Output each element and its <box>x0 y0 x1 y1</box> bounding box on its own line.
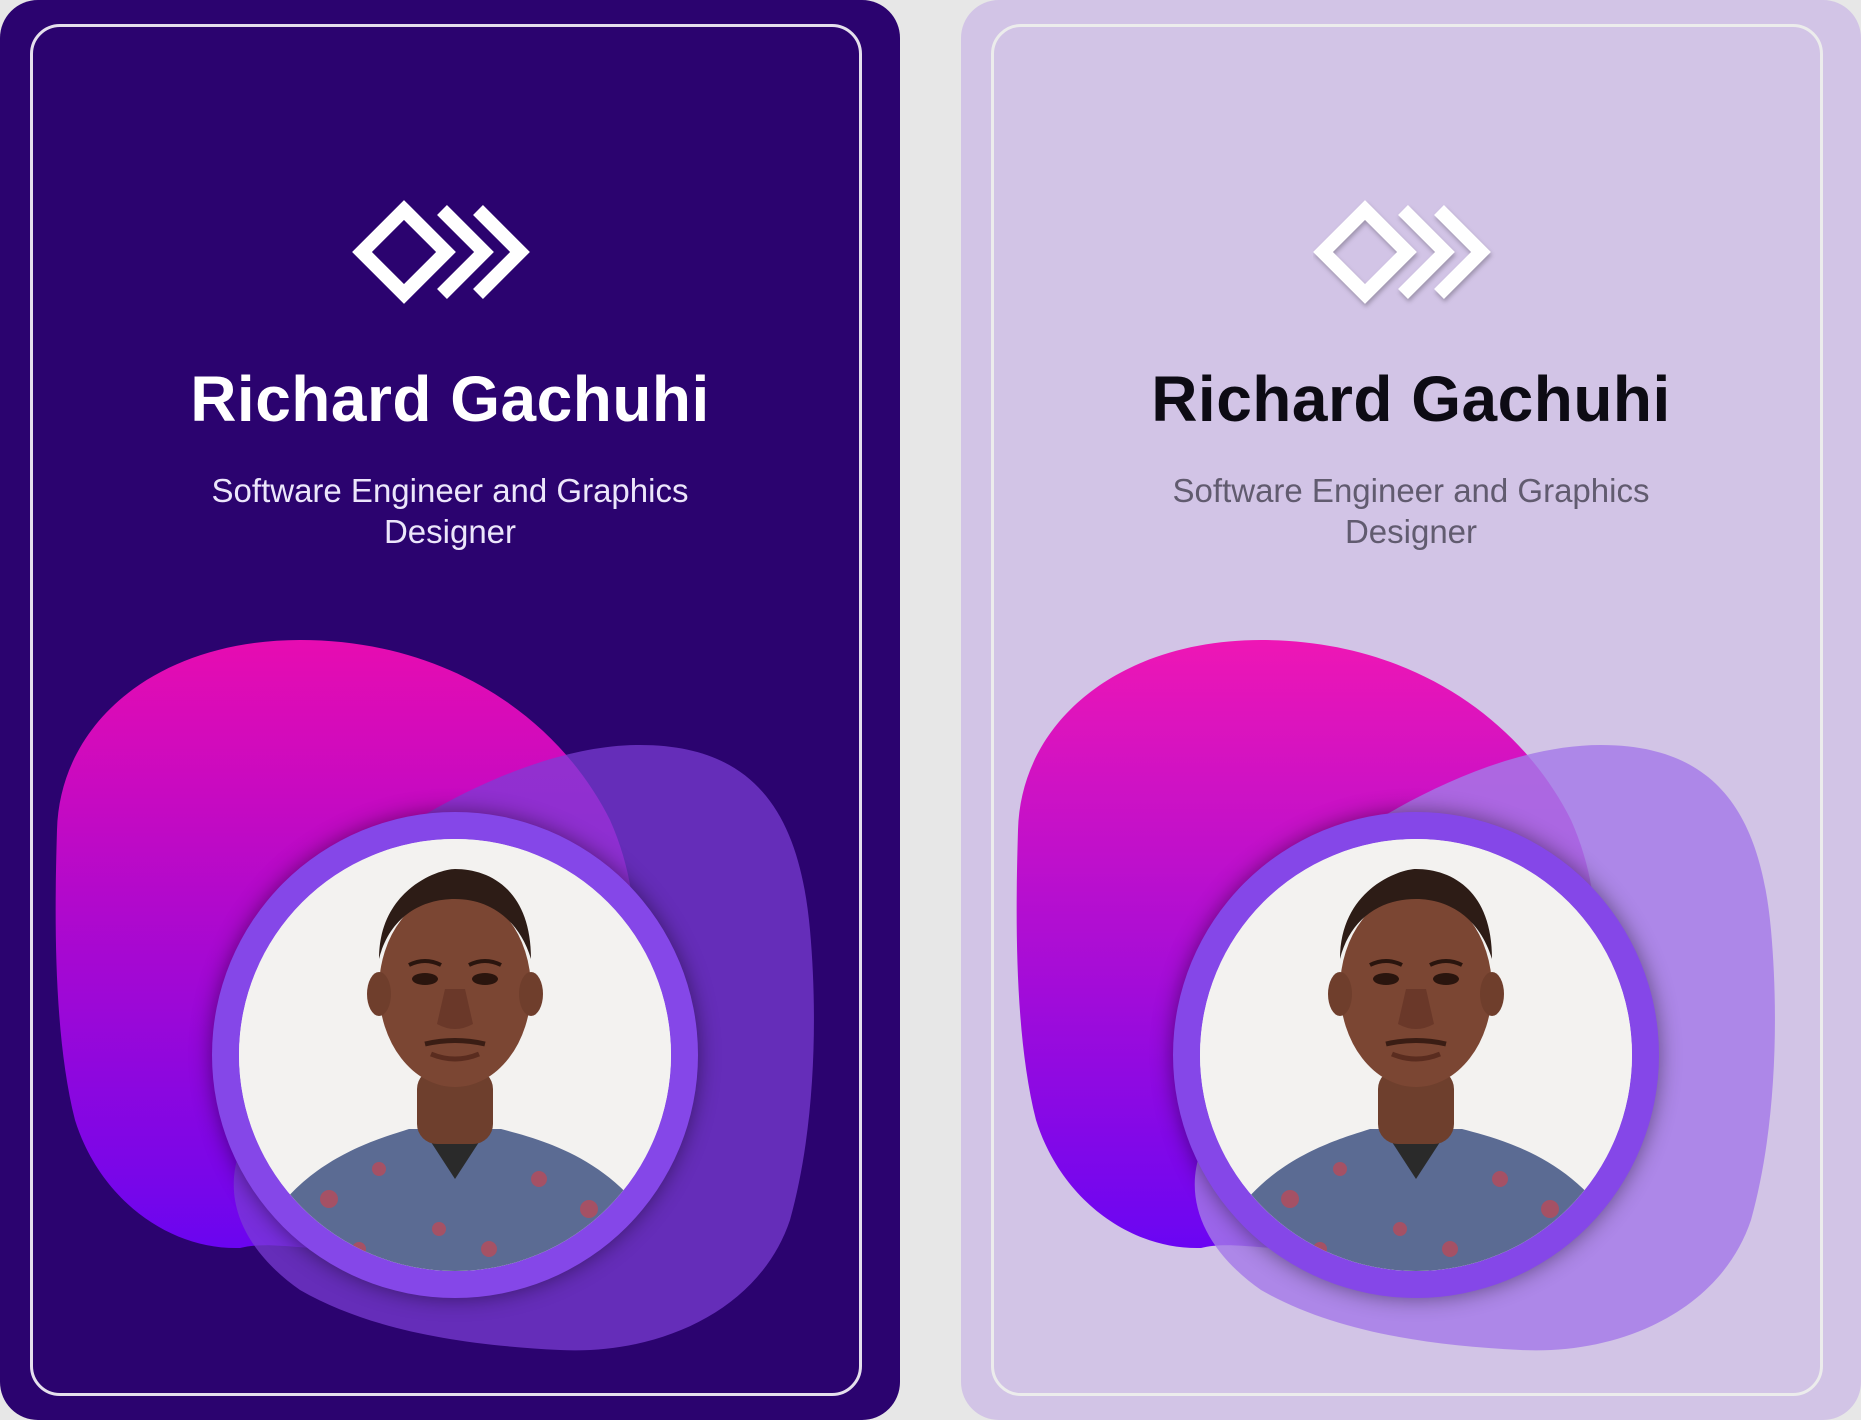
double-diamond-logo-icon <box>352 200 530 304</box>
business-card-light: Richard Gachuhi Software Engineer and Gr… <box>961 0 1861 1420</box>
person-role: Software Engineer and Graphics Designer <box>211 472 689 550</box>
person-name: Richard Gachuhi <box>1151 363 1671 435</box>
profile-photo <box>239 839 671 1271</box>
double-diamond-logo-icon <box>1313 200 1491 304</box>
business-card-dark: Richard Gachuhi Software Engineer and Gr… <box>0 0 900 1420</box>
avatar <box>212 812 698 1298</box>
profile-photo <box>1200 839 1632 1271</box>
person-name: Richard Gachuhi <box>190 363 710 435</box>
portrait-illustration <box>239 839 671 1271</box>
portrait-illustration <box>1200 839 1632 1271</box>
avatar <box>1173 812 1659 1298</box>
person-role: Software Engineer and Graphics Designer <box>1172 472 1650 550</box>
